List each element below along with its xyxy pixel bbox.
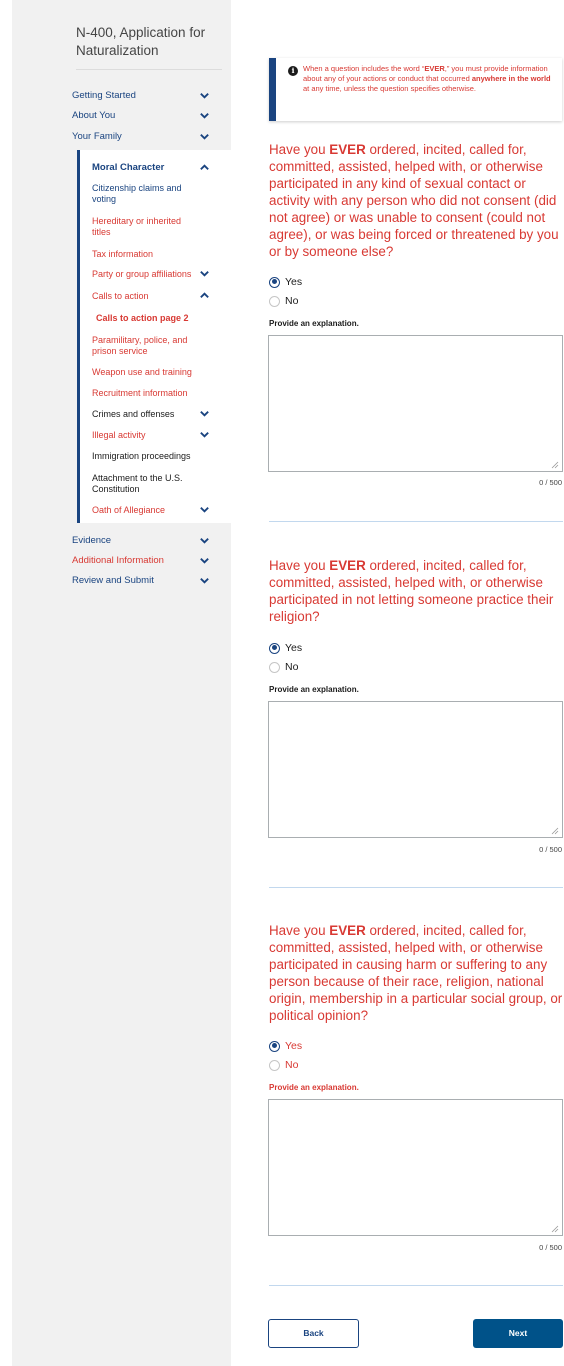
- nav-item-review-submit[interactable]: Review and Submit: [0, 570, 219, 590]
- back-button[interactable]: Back: [268, 1319, 359, 1348]
- radio-label: Yes: [285, 642, 303, 654]
- subnav-item-tax-information[interactable]: Tax information: [92, 249, 202, 260]
- question-3-char-counter: 0 / 500: [539, 1243, 562, 1252]
- radio-label: No: [285, 661, 299, 673]
- nav-label: Your Family: [72, 130, 122, 142]
- nav-item-additional-information[interactable]: Additional Information: [0, 550, 219, 570]
- question-3-text: Have you EVER ordered, incited, called f…: [269, 923, 563, 1023]
- subnav-item-attachment-constitution[interactable]: Attachment to the U.S. Constitution: [92, 473, 202, 495]
- chevron-up-icon: [199, 162, 210, 173]
- chevron-down-icon: [199, 131, 210, 142]
- subnav-item-weapon-use[interactable]: Weapon use and training: [92, 367, 202, 378]
- question-2-char-counter: 0 / 500: [539, 845, 562, 854]
- section-divider: [269, 887, 563, 888]
- info-icon: i: [288, 66, 298, 76]
- chevron-down-icon: [199, 535, 210, 546]
- next-button[interactable]: Next: [473, 1319, 563, 1348]
- radio-empty-icon: [269, 661, 280, 673]
- subnav-item-citizenship-claims[interactable]: Citizenship claims and voting: [92, 183, 202, 205]
- chevron-down-icon: [199, 268, 210, 279]
- question-1-yes-radio[interactable]: Yes: [269, 276, 302, 288]
- question-2-explanation-textarea[interactable]: [268, 701, 563, 838]
- resize-grip-icon[interactable]: [551, 461, 559, 469]
- question-1-text: Have you EVER ordered, incited, called f…: [269, 142, 559, 259]
- nav-label: Review and Submit: [72, 574, 154, 586]
- chevron-down-icon: [199, 575, 210, 586]
- info-alert: i When a question includes the word “EVE…: [269, 58, 562, 121]
- radio-empty-icon: [269, 1059, 280, 1071]
- radio-label: Yes: [285, 276, 303, 288]
- radio-empty-icon: [269, 295, 280, 307]
- question-2-text: Have you EVER ordered, incited, called f…: [269, 558, 554, 624]
- subnav-item-illegal-activity[interactable]: Illegal activity: [92, 430, 202, 441]
- app-title: N-400, Application for Naturalization: [76, 25, 206, 58]
- nav-label: Evidence: [72, 534, 112, 546]
- radio-selected-icon: [269, 276, 280, 288]
- subnav-item-recruitment[interactable]: Recruitment information: [92, 388, 202, 399]
- question-3-yes-radio[interactable]: Yes: [269, 1040, 302, 1052]
- nav-item-getting-started[interactable]: Getting Started: [0, 85, 219, 105]
- nav-label: Moral Character: [92, 161, 165, 173]
- subnav-item-oath-of-allegiance[interactable]: Oath of Allegiance: [92, 505, 202, 516]
- subnav-item-immigration-proceedings[interactable]: Immigration proceedings: [92, 451, 210, 462]
- nav-label: Getting Started: [72, 89, 136, 101]
- nav-item-moral-character[interactable]: Moral Character: [0, 157, 219, 177]
- radio-label: No: [285, 295, 299, 307]
- alert-text: When a question includes the word “EVER,…: [303, 64, 551, 93]
- question-1-explanation-label: Provide an explanation.: [269, 319, 359, 328]
- section-divider: [269, 521, 563, 522]
- nav-item-about-you[interactable]: About You: [0, 105, 219, 125]
- chevron-down-icon: [199, 90, 210, 101]
- question-2-no-radio[interactable]: No: [269, 661, 298, 673]
- nav-item-evidence[interactable]: Evidence: [0, 530, 219, 550]
- subnav-item-calls-to-action-page-2[interactable]: Calls to action page 2: [96, 313, 206, 324]
- question-1-char-counter: 0 / 500: [539, 478, 562, 487]
- chevron-down-icon: [199, 408, 210, 419]
- chevron-down-icon: [199, 429, 210, 440]
- question-2-explanation-label: Provide an explanation.: [269, 685, 359, 694]
- resize-grip-icon[interactable]: [551, 1225, 559, 1233]
- radio-label: Yes: [285, 1040, 303, 1052]
- question-2-yes-radio[interactable]: Yes: [269, 642, 302, 654]
- subnav-item-paramilitary[interactable]: Paramilitary, police, and prison service: [92, 335, 202, 357]
- nav-label: About You: [72, 109, 116, 121]
- radio-label: No: [285, 1059, 299, 1071]
- radio-selected-icon: [269, 642, 280, 654]
- nav-label: Additional Information: [72, 554, 164, 566]
- section-divider: [269, 1285, 563, 1286]
- subnav-item-crimes-offenses[interactable]: Crimes and offenses: [92, 409, 202, 420]
- question-3-explanation-textarea[interactable]: [268, 1099, 563, 1236]
- chevron-down-icon: [199, 110, 210, 121]
- chevron-up-icon: [199, 290, 210, 301]
- question-3-explanation-label: Provide an explanation.: [269, 1083, 359, 1092]
- subnav-item-party-affiliations[interactable]: Party or group affiliations: [92, 269, 207, 280]
- subnav-item-calls-to-action[interactable]: Calls to action: [92, 291, 202, 302]
- radio-selected-icon: [269, 1040, 280, 1052]
- title-divider: [76, 69, 222, 70]
- subnav-item-hereditary-titles[interactable]: Hereditary or inherited titles: [92, 216, 202, 238]
- nav-item-your-family[interactable]: Your Family: [0, 126, 219, 146]
- chevron-down-icon: [199, 504, 210, 515]
- question-3-no-radio[interactable]: No: [269, 1059, 298, 1071]
- question-1-no-radio[interactable]: No: [269, 295, 298, 307]
- resize-grip-icon[interactable]: [551, 827, 559, 835]
- question-1-explanation-textarea[interactable]: [268, 335, 563, 472]
- chevron-down-icon: [199, 555, 210, 566]
